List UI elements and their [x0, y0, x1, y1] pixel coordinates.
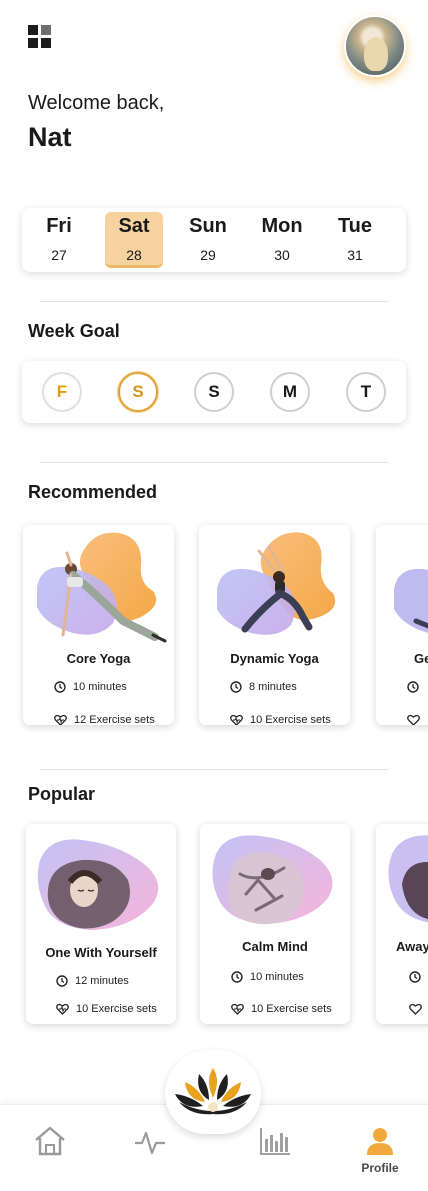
meditation-image	[388, 835, 428, 923]
tab-label: Profile	[361, 1161, 399, 1175]
workout-card-core-yoga[interactable]: Core Yoga 10 minutes 12 Exercise sets	[23, 525, 174, 725]
yoga-pose-image	[37, 532, 167, 643]
divider	[40, 462, 388, 463]
card-title: Ge	[414, 651, 428, 666]
tab-home[interactable]	[20, 1125, 80, 1175]
heart-icon	[409, 1003, 422, 1015]
duration: 8 minutes	[230, 681, 297, 693]
duration	[407, 681, 426, 693]
day-name: Fri	[46, 215, 72, 237]
meditation-image	[37, 839, 159, 930]
exercise-sets	[407, 714, 427, 725]
exercise-sets	[409, 1003, 428, 1015]
workout-card-partial-popular[interactable]: Away	[376, 824, 428, 1024]
heart-icon	[230, 714, 243, 725]
day-name: Sat	[118, 215, 150, 237]
week-goal-title: Week Goal	[28, 321, 120, 341]
profile-icon	[367, 1128, 393, 1155]
clock-icon	[231, 971, 243, 983]
date-mon[interactable]: Mon 30	[253, 212, 311, 268]
duration-text: 10 minutes	[73, 681, 127, 693]
avatar[interactable]	[344, 15, 406, 77]
exercise-sets: 10 Exercise sets	[56, 1003, 157, 1015]
sets-text: 10 Exercise sets	[76, 1003, 157, 1015]
heart-icon	[407, 714, 420, 725]
day-name: Tue	[337, 215, 373, 237]
goal-day-fri[interactable]: F	[42, 372, 82, 412]
lotus-icon	[175, 1068, 251, 1115]
exercise-sets: 12 Exercise sets	[54, 714, 155, 725]
card-title: Calm Mind	[242, 939, 308, 954]
sets-text: 12 Exercise sets	[74, 714, 155, 725]
clock-icon	[54, 681, 66, 693]
duration-text: 10 minutes	[250, 971, 304, 983]
day-date: 28	[126, 247, 142, 263]
exercise-sets: 10 Exercise sets	[230, 714, 331, 725]
clock-icon	[56, 975, 68, 987]
day-name: Mon	[261, 215, 303, 237]
sets-text: 10 Exercise sets	[251, 1003, 332, 1015]
divider	[40, 301, 388, 302]
goal-day-tue[interactable]: T	[346, 372, 386, 412]
center-meditate-button[interactable]	[165, 1050, 261, 1134]
card-title: One With Yourself	[45, 945, 157, 960]
goal-day-sat[interactable]: S	[118, 372, 158, 412]
day-date: 29	[200, 247, 216, 263]
heart-icon	[54, 714, 67, 725]
sets-text: 10 Exercise sets	[250, 714, 331, 725]
grid-menu-icon[interactable]	[28, 25, 51, 48]
popular-carousel[interactable]: One With Yourself 12 minutes 10 Exercise…	[0, 815, 428, 1040]
bar-chart-icon	[260, 1128, 290, 1155]
goal-day-sun[interactable]: S	[194, 372, 234, 412]
date-fri[interactable]: Fri 27	[30, 212, 88, 268]
day-name: Sun	[189, 215, 227, 237]
workout-card-partial[interactable]: Ge	[376, 525, 428, 725]
activity-icon	[135, 1131, 165, 1155]
date-sat[interactable]: Sat 28	[105, 212, 163, 268]
day-date: 31	[347, 247, 363, 263]
meditation-image	[212, 835, 333, 925]
duration-text: 12 minutes	[75, 975, 129, 987]
day-date: 27	[51, 247, 67, 263]
heart-icon	[56, 1003, 69, 1015]
card-title: Core Yoga	[66, 651, 131, 666]
week-goal-card: F S S M T	[22, 361, 406, 423]
duration-text: 8 minutes	[249, 681, 297, 693]
goal-day-mon[interactable]: M	[270, 372, 310, 412]
duration: 10 minutes	[54, 681, 127, 693]
yoga-pose-image	[394, 568, 428, 633]
user-name: Nat	[28, 122, 72, 152]
date-sun[interactable]: Sun 29	[179, 212, 237, 268]
yoga-pose-image	[217, 532, 336, 635]
day-date: 30	[274, 247, 290, 263]
duration	[409, 971, 428, 983]
card-title: Away	[396, 939, 428, 954]
exercise-sets: 10 Exercise sets	[231, 1003, 332, 1015]
home-icon	[35, 1126, 65, 1156]
date-tue[interactable]: Tue 31	[326, 212, 384, 268]
workout-card-calm-mind[interactable]: Calm Mind 10 minutes 10 Exercise sets	[200, 824, 350, 1024]
workout-card-dynamic-yoga[interactable]: Dynamic Yoga 8 minutes 10 Exercise sets	[199, 525, 350, 725]
welcome-text: Welcome back,	[28, 92, 165, 114]
clock-icon	[230, 681, 242, 693]
divider	[40, 769, 388, 770]
recommended-title: Recommended	[28, 482, 158, 502]
clock-icon	[407, 681, 419, 693]
heart-icon	[231, 1003, 244, 1015]
date-strip: Fri 27 Sat 28 Sun 29 Mon 30 Tue 31	[22, 208, 406, 272]
duration: 10 minutes	[231, 971, 304, 983]
duration: 12 minutes	[56, 975, 129, 987]
clock-icon	[409, 971, 421, 983]
tab-profile[interactable]: Profile	[350, 1125, 410, 1175]
recommended-carousel[interactable]: Core Yoga 10 minutes 12 Exercise sets Dy…	[0, 515, 428, 740]
workout-card-one-with-yourself[interactable]: One With Yourself 12 minutes 10 Exercise…	[26, 824, 176, 1024]
popular-title: Popular	[28, 784, 96, 804]
card-title: Dynamic Yoga	[230, 651, 319, 666]
